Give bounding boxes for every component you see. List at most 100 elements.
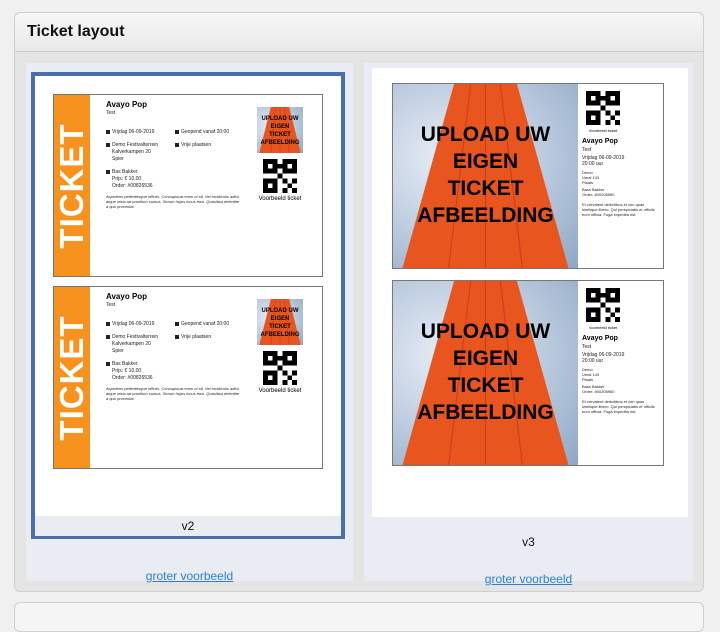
seating: Vrije plaatsen [175, 142, 211, 148]
qr-caption: Voorbeeld ticket [258, 196, 302, 202]
disclaimer: Et crevatent delectibus et con quas simi… [582, 399, 655, 414]
qr-caption: Voorbeeld ticket [258, 388, 302, 394]
upload-placeholder-image: UPLOAD UW EIGEN TICKET AFBEELDING [393, 84, 578, 268]
date-text: Vrijdag 06-09-2019 [112, 321, 155, 327]
disclaimer: Aspiciens pellentesque officiis. Concupi… [106, 386, 240, 401]
buyer-text: Bas Bakker [112, 361, 138, 367]
disclaimer: Aspiciens pellentesque officiis. Concupi… [106, 194, 240, 209]
venue-city: Plaats [582, 180, 594, 185]
qr-code-icon [586, 288, 620, 322]
date-text: Vrijdag 06-09-2019 [112, 129, 155, 135]
buyer: Bas Bakker [106, 361, 138, 367]
person-icon [106, 361, 110, 366]
buyer-text: Bas Bakker [112, 169, 138, 175]
upload-text: UPLOAD UW EIGEN TICKET AFBEELDING [257, 115, 303, 147]
upload-line: TICKET [269, 324, 291, 330]
order-number: Order: #00206960 [582, 389, 615, 394]
event-name: Avayo Pop [582, 138, 618, 145]
upload-placeholder-image: UPLOAD UW EIGEN TICKET AFBEELDING [257, 299, 303, 345]
upload-line: AFBEELDING [417, 204, 554, 227]
event-open: Geopend vanaf 20:00 [175, 321, 229, 327]
qr-code-icon [263, 159, 297, 193]
venue-text: Demo Festivalterrein [112, 142, 159, 148]
ticket-preview: TICKET Avayo Pop Test Vrijdag 06-09-2019… [53, 94, 323, 277]
buyer: Bas Bakker [106, 169, 138, 175]
panel-title: Ticket layout [27, 23, 125, 40]
event-name: Avayo Pop [582, 335, 618, 342]
open-text: Geopend vanaf 20:00 [181, 321, 230, 327]
larger-preview-link[interactable]: groter voorbeeld [26, 569, 353, 583]
event-open: Geopend vanaf 20:00 [175, 129, 229, 135]
option-label: v2 [35, 516, 341, 536]
event-name: Avayo Pop [106, 100, 148, 109]
location-pin-icon [106, 142, 110, 147]
qr-caption: Voorbeeld ticket [588, 325, 618, 330]
stripe-text: TICKET [53, 122, 90, 249]
selected-preview-frame[interactable]: TICKET Avayo Pop Test Vrijdag 06-09-2019… [31, 72, 345, 539]
calendar-icon [106, 129, 110, 134]
panel-header: Ticket layout [15, 13, 703, 52]
venue: Demo Festivalterrein [106, 142, 158, 148]
event-name: Avayo Pop [106, 292, 148, 301]
ticket-stripe: TICKET [54, 95, 90, 276]
seat-icon [175, 334, 179, 339]
price: Prijs: € 10,00 [112, 368, 142, 374]
upload-line: AFBEELDING [260, 332, 300, 338]
venue-city: Spier [112, 348, 124, 354]
disclaimer: Et crevatent delectibus et con quas simi… [582, 202, 655, 217]
venue: Demo Festivalterrein [106, 334, 158, 340]
order-number: Order: #00826536 [112, 183, 153, 189]
location-pin-icon [106, 334, 110, 339]
upload-line: AFBEELDING [417, 401, 554, 424]
layout-option-v3[interactable]: UPLOAD UW EIGEN TICKET AFBEELDING Voorbeeld… [364, 63, 693, 586]
event-sub: Test [582, 344, 592, 350]
event-time: 20:00 uur [582, 358, 604, 364]
upload-line: UPLOAD UW [261, 116, 299, 122]
price: Prijs: € 10,00 [112, 176, 142, 182]
order-number: Order: #00826536 [112, 375, 153, 381]
upload-line: TICKET [447, 177, 524, 200]
venue-city: Plaats [582, 377, 594, 382]
upload-line: UPLOAD UW [261, 308, 299, 314]
upload-line: EIGEN [452, 150, 519, 173]
next-panel-edge [14, 602, 704, 632]
qr-code-icon [263, 351, 297, 385]
seat-icon [175, 142, 179, 147]
clock-icon [175, 129, 179, 134]
upload-line: TICKET [269, 132, 291, 138]
event-sub: Test [106, 110, 116, 116]
qr-caption: Voorbeeld ticket [588, 128, 618, 133]
option-label: v3 [522, 535, 535, 549]
upload-text: UPLOAD UW EIGEN TICKET AFBEELDING [257, 307, 303, 339]
open-text: Geopend vanaf 20:00 [181, 129, 230, 135]
larger-preview-link[interactable]: groter voorbeeld [364, 572, 693, 586]
qr-code-icon [586, 91, 620, 125]
venue-text: Demo Festivalterrein [112, 334, 159, 340]
event-date: Vrijdag 06-09-2019 [106, 321, 154, 327]
ticket-stripe: TICKET [54, 287, 90, 468]
venue-street: Kalverkampen 20 [112, 341, 151, 347]
preview-frame[interactable]: UPLOAD UW EIGEN TICKET AFBEELDING Voorbeeld… [372, 68, 688, 517]
seating: Vrije plaatsen [175, 334, 211, 340]
upload-text: UPLOAD UW EIGEN TICKET AFBEELDING [393, 318, 578, 426]
stripe-text: TICKET [53, 314, 90, 441]
upload-placeholder-image: UPLOAD UW EIGEN TICKET AFBEELDING [257, 107, 303, 153]
ticket-layout-panel: Ticket layout TICKET Avayo Pop Test Vrij… [14, 12, 704, 592]
layout-option-v2[interactable]: TICKET Avayo Pop Test Vrijdag 06-09-2019… [26, 63, 353, 583]
upload-text: UPLOAD UW EIGEN TICKET AFBEELDING [393, 121, 578, 229]
venue-city: Spier [112, 156, 124, 162]
ticket-preview: UPLOAD UW EIGEN TICKET AFBEELDING Voorbeeld… [392, 83, 664, 269]
upload-line: EIGEN [270, 316, 290, 322]
event-time: 20:00 uur [582, 161, 604, 167]
upload-line: TICKET [447, 374, 524, 397]
calendar-icon [106, 321, 110, 326]
event-sub: Test [582, 147, 592, 153]
event-date: Vrijdag 06-09-2019 [106, 129, 154, 135]
upload-placeholder-image: UPLOAD UW EIGEN TICKET AFBEELDING [393, 281, 578, 465]
clock-icon [175, 321, 179, 326]
ticket-preview: UPLOAD UW EIGEN TICKET AFBEELDING Voorbeeld… [392, 280, 664, 466]
upload-line: UPLOAD UW [420, 123, 551, 146]
seating-text: Vrije plaatsen [181, 142, 212, 148]
upload-line: UPLOAD UW [420, 320, 551, 343]
upload-line: EIGEN [452, 347, 519, 370]
